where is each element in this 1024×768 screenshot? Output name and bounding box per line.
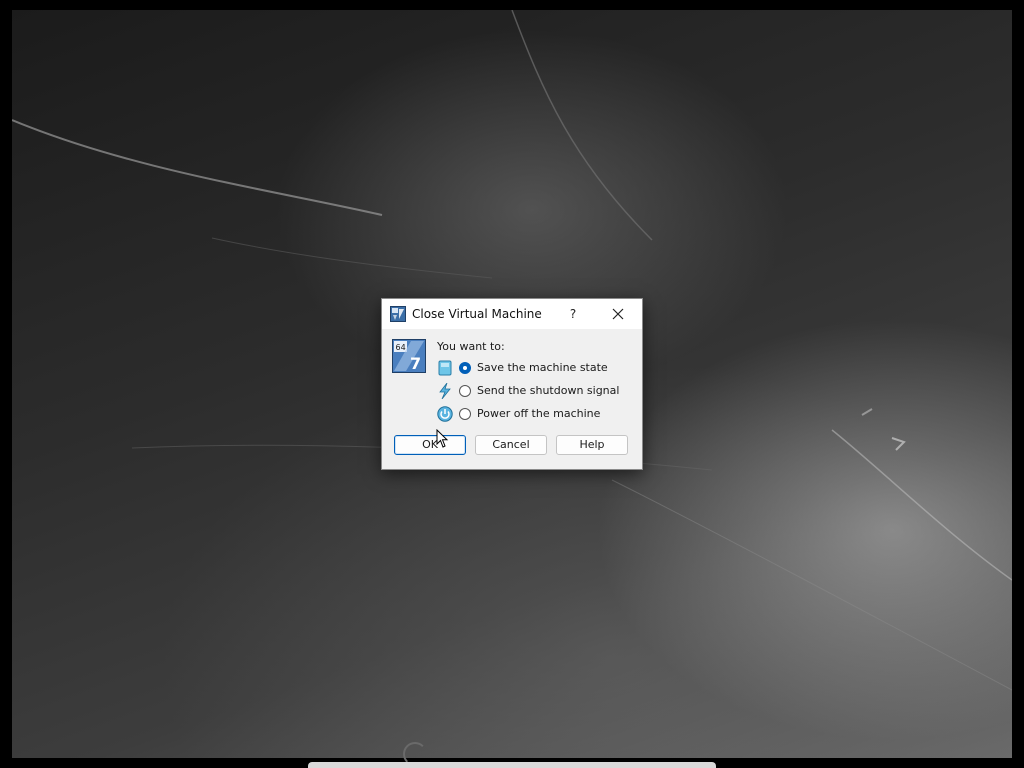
- context-help-button[interactable]: ?: [562, 302, 584, 326]
- virtualbox-app-icon: [390, 306, 406, 322]
- host-taskbar-edge: [308, 762, 716, 768]
- option-power-off[interactable]: Power off the machine: [437, 406, 627, 424]
- close-button[interactable]: [606, 302, 630, 326]
- option-shutdown-signal-label: Send the shutdown signal: [477, 384, 620, 397]
- ok-button[interactable]: OK: [394, 435, 466, 455]
- radio-save-state[interactable]: [459, 362, 471, 374]
- virtualbox-os-windows7-64-icon: 64 7: [392, 339, 426, 373]
- dialog-titlebar[interactable]: Close Virtual Machine ?: [382, 299, 642, 329]
- dialog-body: 64 7 You want to: Save the machine state…: [382, 329, 642, 469]
- dialog-title: Close Virtual Machine: [412, 307, 542, 321]
- close-icon: [612, 308, 624, 320]
- save-state-icon: [438, 360, 452, 376]
- power-off-icon: [437, 406, 453, 422]
- prompt-label: You want to:: [437, 340, 505, 353]
- mouse-cursor-icon: [436, 429, 449, 448]
- cancel-button[interactable]: Cancel: [475, 435, 547, 455]
- option-save-state-label: Save the machine state: [477, 361, 608, 374]
- option-shutdown-signal[interactable]: Send the shutdown signal: [437, 383, 627, 401]
- radio-power-off[interactable]: [459, 408, 471, 420]
- acpi-shutdown-icon: [439, 383, 451, 399]
- close-vm-dialog: Close Virtual Machine ? 64 7 You want to…: [381, 298, 643, 470]
- os-version-label: 7: [410, 354, 421, 373]
- radio-shutdown-signal[interactable]: [459, 385, 471, 397]
- help-button[interactable]: Help: [556, 435, 628, 455]
- os-arch-label: 64: [396, 343, 406, 352]
- option-power-off-label: Power off the machine: [477, 407, 601, 420]
- option-save-state[interactable]: Save the machine state: [437, 360, 627, 378]
